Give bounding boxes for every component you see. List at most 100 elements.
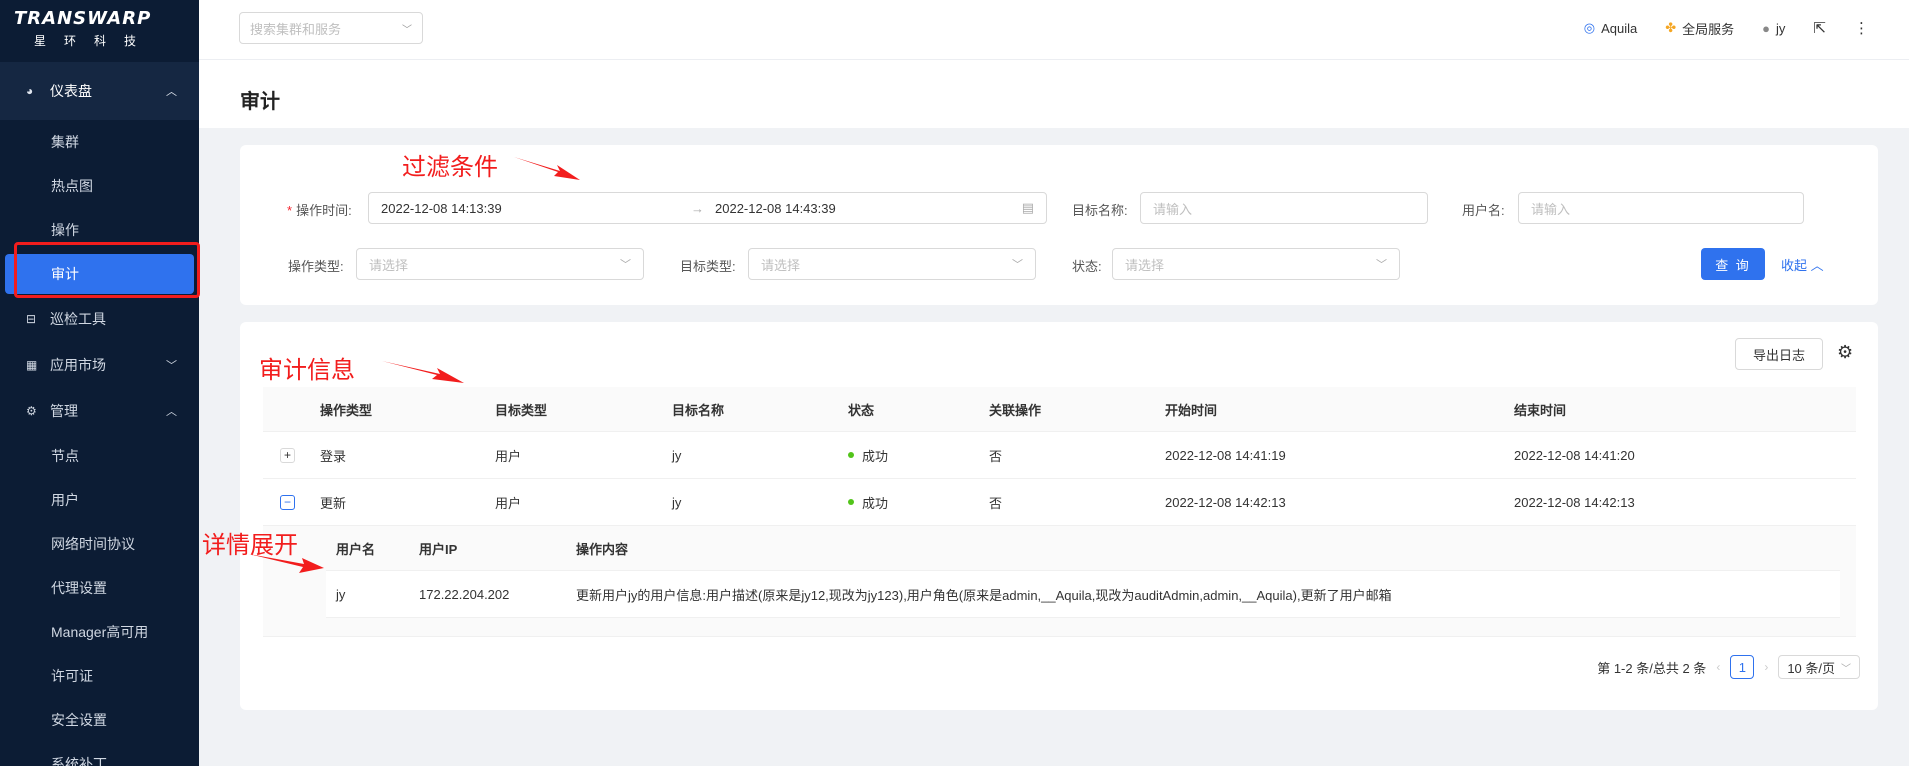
aquila-link[interactable]: ◎ Aquila	[1584, 20, 1637, 36]
status-success-dot	[848, 452, 854, 458]
sidebar: TRANSWARP 星环科技 ◕ 仪表盘 ︿ 集群 热点图 操作 审计 ⊟ 巡检…	[0, 0, 199, 766]
column-header[interactable]: 开始时间	[1165, 387, 1217, 431]
linked-op-cell: 否	[989, 448, 1003, 464]
target-type-cell: 用户	[495, 448, 522, 464]
status-label: 状态:	[1072, 259, 1102, 274]
top-bar: 搜索集群和服务 ﹀ ◎ Aquila ✤ 全局服务 ● jy ⇱ ⋮	[199, 0, 1909, 60]
status-success-dot	[848, 499, 854, 505]
sidebar-group-label: 应用市场	[50, 357, 106, 373]
username-placeholder: 请输入	[1531, 201, 1571, 217]
op-time-range-picker[interactable]: 2022-12-08 14:13:39 → 2022-12-08 14:43:3…	[368, 192, 1047, 224]
sidebar-item-heatmap[interactable]: 热点图	[0, 164, 199, 208]
op-type-placeholder: 请选择	[369, 257, 409, 273]
sidebar-item-security[interactable]: 安全设置	[0, 698, 199, 742]
sidebar-item-nodes[interactable]: 节点	[0, 434, 199, 478]
column-header[interactable]: 关联操作	[989, 387, 1041, 431]
target-name-placeholder: 请输入	[1153, 201, 1193, 217]
table-row[interactable]: + 登录 用户 jy 成功 否 2022-12-08 14:41:19 2022…	[263, 432, 1856, 479]
detail-ip: 172.22.204.202	[419, 586, 510, 602]
pagination-summary: 第 1-2 条/总共 2 条	[1597, 660, 1707, 676]
status-cell: 成功	[848, 432, 888, 478]
detail-header: 用户名 用户IP 操作内容	[326, 526, 1840, 571]
search-input[interactable]: 搜索集群和服务 ﹀	[239, 12, 423, 44]
prev-page-icon[interactable]: ‹	[1716, 660, 1720, 674]
sidebar-group-label: 管理	[50, 403, 78, 419]
brand-subtitle: 星环科技	[34, 34, 155, 48]
chevron-up-icon: ︿	[166, 86, 177, 98]
app-market-icon: ▦	[26, 358, 38, 372]
global-services-label: 全局服务	[1682, 21, 1735, 37]
globe-icon: ◎	[1583, 20, 1596, 35]
target-name-label: 目标名称:	[1072, 203, 1128, 218]
sidebar-item-license[interactable]: 许可证	[0, 654, 199, 698]
sidebar-item-manager-ha[interactable]: Manager高可用	[0, 610, 199, 654]
sidebar-group-app-market[interactable]: ▦ 应用市场 ﹀	[0, 342, 199, 388]
user-name: jy	[1776, 20, 1786, 36]
dashboard-icon: ◕	[26, 84, 34, 98]
expand-row-button[interactable]: +	[280, 447, 295, 463]
status-placeholder: 请选择	[1125, 257, 1165, 273]
annotation-arrow-icon	[514, 157, 580, 180]
settings-gear-icon[interactable]: ⚙	[1837, 342, 1853, 363]
audit-table: 操作类型 目标类型 目标名称 状态 关联操作 开始时间 结束时间 + 登录 用户…	[263, 387, 1856, 637]
collapse-row-button[interactable]: −	[280, 494, 295, 510]
sidebar-item-proxy[interactable]: 代理设置	[0, 566, 199, 610]
detail-table: 用户名 用户IP 操作内容 jy 172.22.204.202 更新用户jy的用…	[326, 526, 1840, 618]
target-name-cell: jy	[672, 494, 682, 510]
query-button[interactable]: 查 询	[1701, 248, 1765, 280]
target-type-label: 目标类型:	[680, 259, 736, 274]
chevron-down-icon: ﹀	[620, 259, 631, 271]
calendar-icon: ▤	[1021, 200, 1034, 215]
sidebar-item-cluster[interactable]: 集群	[0, 120, 199, 164]
sidebar-item-patch[interactable]: 系统补丁	[0, 742, 199, 766]
global-services-link[interactable]: ✤ 全局服务	[1665, 19, 1734, 38]
linked-op-cell: 否	[989, 495, 1003, 511]
page-size-select[interactable]: 10 条/页 ﹀	[1778, 655, 1860, 679]
end-time-cell: 2022-12-08 14:42:13	[1514, 494, 1635, 510]
header-actions: ◎ Aquila ✤ 全局服务 ● jy ⇱ ⋮	[1584, 0, 1869, 56]
op-type-cell: 登录	[320, 448, 347, 464]
target-type-cell: 用户	[495, 495, 522, 511]
annotation-arrow-icon	[249, 554, 324, 573]
next-page-icon[interactable]: ›	[1764, 660, 1768, 674]
detail-username: jy	[336, 586, 346, 602]
table-row[interactable]: − 更新 用户 jy 成功 否 2022-12-08 14:42:13 2022…	[263, 479, 1856, 526]
export-log-button[interactable]: 导出日志	[1735, 338, 1823, 370]
start-time-cell: 2022-12-08 14:42:13	[1165, 494, 1286, 510]
sidebar-group-manage[interactable]: ⚙ 管理 ︿	[0, 388, 199, 434]
sidebar-group-dashboard[interactable]: ◕ 仪表盘 ︿	[0, 62, 199, 120]
username-label: 用户名:	[1462, 203, 1505, 218]
end-time-cell: 2022-12-08 14:41:20	[1514, 447, 1635, 463]
annotation-audit-info: 审计信息	[259, 357, 355, 384]
column-header[interactable]: 操作类型	[320, 387, 372, 431]
target-name-input[interactable]: 请输入	[1140, 192, 1428, 224]
brand-logo[interactable]: TRANSWARP 星环科技	[0, 0, 199, 58]
chevron-down-icon: ﹀	[1012, 259, 1023, 271]
collapse-link[interactable]: 收起 ︿	[1781, 255, 1824, 274]
column-header[interactable]: 状态	[848, 387, 874, 431]
op-type-select[interactable]: 请选择 ﹀	[356, 248, 644, 280]
target-name-cell: jy	[672, 447, 682, 463]
more-icon[interactable]: ⋮	[1854, 19, 1869, 37]
op-type-cell: 更新	[320, 495, 347, 511]
chevron-down-icon: ﹀	[166, 360, 177, 372]
target-type-placeholder: 请选择	[761, 257, 801, 273]
sidebar-item-ntp[interactable]: 网络时间协议	[0, 522, 199, 566]
sidebar-item-label: 巡检工具	[50, 311, 106, 327]
chevron-down-icon: ﹀	[402, 24, 412, 36]
chevron-up-icon: ︿	[166, 406, 177, 418]
column-header[interactable]: 目标名称	[672, 387, 724, 431]
page-number[interactable]: 1	[1730, 655, 1755, 679]
export-icon[interactable]: ⇱	[1813, 19, 1826, 37]
sidebar-item-inspection[interactable]: ⊟ 巡检工具	[0, 296, 199, 342]
sidebar-item-users[interactable]: 用户	[0, 478, 199, 522]
detail-content: 更新用户jy的用户信息:用户描述(原来是jy12,现改为jy123),用户角色(…	[576, 587, 1392, 603]
page-title: 审计	[240, 91, 280, 113]
column-header[interactable]: 结束时间	[1514, 387, 1566, 431]
chevron-down-icon: ﹀	[1376, 259, 1387, 271]
column-header[interactable]: 目标类型	[495, 387, 547, 431]
user-menu[interactable]: ● jy	[1762, 21, 1785, 36]
target-type-select[interactable]: 请选择 ﹀	[748, 248, 1036, 280]
username-input[interactable]: 请输入	[1518, 192, 1804, 224]
status-select[interactable]: 请选择 ﹀	[1112, 248, 1400, 280]
